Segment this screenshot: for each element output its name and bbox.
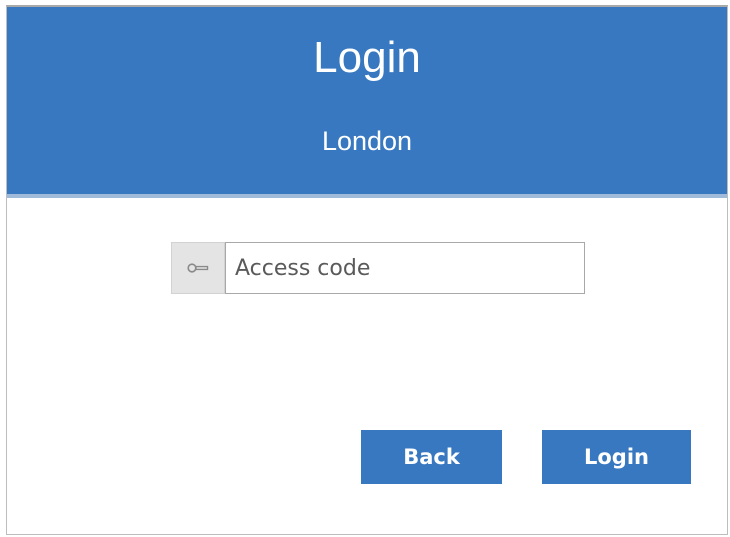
- access-code-input[interactable]: [225, 242, 585, 294]
- login-dialog: Login London Back Login: [6, 5, 728, 535]
- access-code-group: [171, 242, 585, 294]
- page-title: Login: [313, 33, 421, 82]
- login-button[interactable]: Login: [542, 430, 691, 484]
- dialog-header: Login London: [7, 7, 727, 198]
- key-icon: [171, 242, 225, 294]
- location-subtitle: London: [321, 126, 413, 156]
- back-button[interactable]: Back: [361, 430, 502, 484]
